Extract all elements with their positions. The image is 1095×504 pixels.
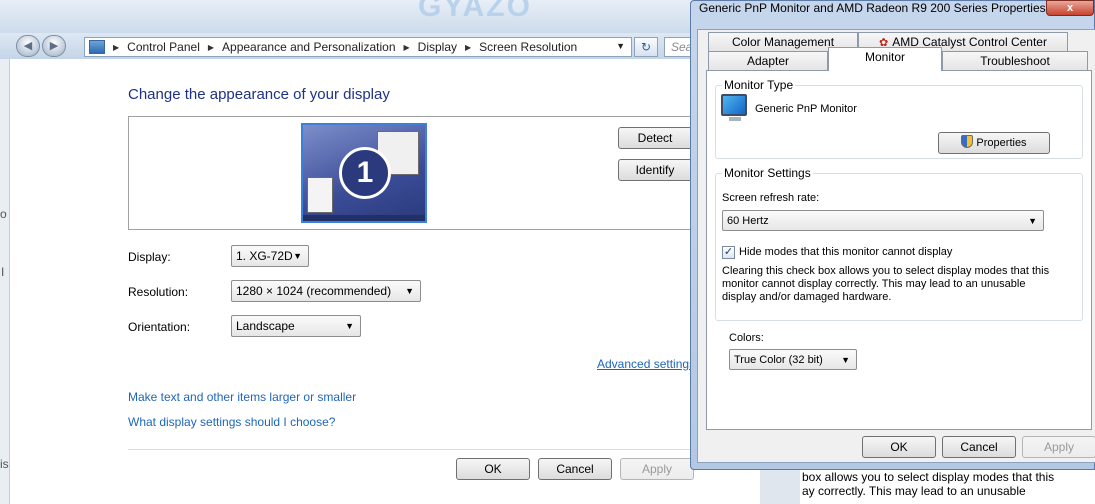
resolution-label: Resolution: <box>128 285 189 299</box>
edge-text: o <box>0 207 7 221</box>
monitor-number-badge: 1 <box>339 147 391 199</box>
divider <box>128 449 700 450</box>
edge-text: I <box>1 265 5 279</box>
address-bar[interactable]: ▶ Control Panel ▶ Appearance and Persona… <box>84 37 632 57</box>
monitor-settings-group: Monitor Settings Screen refresh rate: 60… <box>715 166 1083 321</box>
breadcrumb-appearance[interactable]: Appearance and Personalization <box>222 40 395 54</box>
edge-text: is <box>0 457 9 471</box>
hide-modes-checkbox[interactable]: ✓ <box>722 246 735 259</box>
orientation-label: Orientation: <box>128 320 191 334</box>
chevron-down-icon: ▼ <box>1028 216 1037 226</box>
properties-label: Properties <box>976 137 1027 149</box>
breadcrumb-display[interactable]: Display <box>418 40 457 54</box>
screen-resolution-panel: Change the appearance of your display 1 … <box>10 59 760 504</box>
apply-button[interactable]: Apply <box>620 458 694 480</box>
monitor-type-group: Monitor Type Generic PnP Monitor Propert… <box>715 78 1083 159</box>
properties-button[interactable]: Properties <box>938 132 1050 154</box>
orientation-value: Landscape <box>236 319 295 333</box>
advanced-settings-link[interactable]: Advanced settings <box>597 357 695 371</box>
dialog-ok-button[interactable]: OK <box>862 436 936 458</box>
display-label: Display: <box>128 250 171 264</box>
control-panel-icon <box>89 40 105 54</box>
colors-value: True Color (32 bit) <box>734 354 823 366</box>
gyazo-watermark: GYAZO <box>418 0 532 23</box>
hide-modes-label[interactable]: Hide modes that this monitor cannot disp… <box>739 246 952 258</box>
resolution-select[interactable]: 1280 × 1024 (recommended) ▼ <box>231 280 421 302</box>
forward-button[interactable]: ▶ <box>42 35 66 57</box>
monitor-name: Generic PnP Monitor <box>755 103 857 115</box>
refresh-button[interactable]: ↻ <box>634 37 658 57</box>
refresh-rate-label: Screen refresh rate: <box>722 192 820 204</box>
chevron-down-icon[interactable]: ▼ <box>616 41 625 51</box>
group-title: Monitor Type <box>722 78 796 92</box>
dialog-title: Generic PnP Monitor and AMD Radeon R9 20… <box>699 1 1046 15</box>
window-titlebar: GYAZO <box>0 0 760 33</box>
resolution-value: 1280 × 1024 (recommended) <box>236 284 392 298</box>
taskbar-thumbnail <box>303 215 425 221</box>
tab-troubleshoot[interactable]: Troubleshoot <box>942 51 1088 71</box>
chevron-down-icon: ▼ <box>293 251 302 261</box>
chevron-down-icon: ▼ <box>841 355 850 365</box>
breadcrumb-screen-resolution[interactable]: Screen Resolution <box>479 40 577 54</box>
close-icon: x <box>1066 2 1074 14</box>
background-text-line: ay correctly. This may lead to an unusab… <box>802 484 1026 498</box>
tab-adapter[interactable]: Adapter <box>708 51 828 71</box>
monitor-arrangement-area: 1 Detect Identify <box>128 116 698 230</box>
identify-button[interactable]: Identify <box>618 159 692 181</box>
dialog-body: Color Management ✿ AMD Catalyst Control C… <box>697 29 1095 463</box>
monitor-1-thumbnail[interactable]: 1 <box>301 123 427 223</box>
close-button[interactable]: x <box>1046 0 1094 16</box>
window-thumbnail <box>307 177 333 213</box>
text-size-link[interactable]: Make text and other items larger or smal… <box>128 390 356 404</box>
dialog-apply-button[interactable]: Apply <box>1022 436 1095 458</box>
chevron-right-icon: ▶ <box>113 42 120 52</box>
back-button[interactable]: ◀ <box>16 35 40 57</box>
chevron-right-icon: ▶ <box>465 42 472 52</box>
hide-modes-warning: Clearing this check box allows you to se… <box>722 265 1050 303</box>
cancel-button[interactable]: Cancel <box>538 458 612 480</box>
background-window-text: box allows you to select display modes t… <box>800 470 1095 504</box>
background-text-line: box allows you to select display modes t… <box>802 470 1055 484</box>
control-panel-window: GYAZO ◀ ▶ ▶ Control Panel ▶ Appearance a… <box>0 0 760 504</box>
display-select[interactable]: 1. XG-72D ▼ <box>231 245 309 267</box>
colors-select[interactable]: True Color (32 bit) ▼ <box>729 349 857 370</box>
display-value: 1. XG-72D <box>236 249 293 263</box>
chevron-down-icon: ▼ <box>405 286 414 296</box>
tab-monitor[interactable]: Monitor <box>828 47 942 71</box>
navigation-pane-edge: o I is <box>0 59 10 504</box>
refresh-rate-value: 60 Hertz <box>727 215 769 227</box>
page-title: Change the appearance of your display <box>128 86 390 103</box>
display-settings-help-link[interactable]: What display settings should I choose? <box>128 415 335 429</box>
monitor-tab-panel: Monitor Type Generic PnP Monitor Propert… <box>706 70 1092 430</box>
uac-shield-icon <box>961 135 974 148</box>
orientation-select[interactable]: Landscape ▼ <box>231 315 361 337</box>
refresh-rate-select[interactable]: 60 Hertz ▼ <box>722 210 1044 231</box>
monitor-icon <box>721 94 747 121</box>
detect-button[interactable]: Detect <box>618 127 692 149</box>
chevron-right-icon: ▶ <box>207 42 215 52</box>
colors-label: Colors: <box>729 332 764 344</box>
dialog-cancel-button[interactable]: Cancel <box>942 436 1016 458</box>
monitor-properties-dialog: Generic PnP Monitor and AMD Radeon R9 20… <box>690 0 1095 470</box>
breadcrumb-control-panel[interactable]: Control Panel <box>127 40 200 54</box>
navigation-bar: ◀ ▶ ▶ Control Panel ▶ Appearance and Per… <box>0 33 760 59</box>
ok-button[interactable]: OK <box>456 458 530 480</box>
chevron-right-icon: ▶ <box>403 42 410 52</box>
group-title: Monitor Settings <box>722 166 813 180</box>
chevron-down-icon: ▼ <box>345 321 354 331</box>
